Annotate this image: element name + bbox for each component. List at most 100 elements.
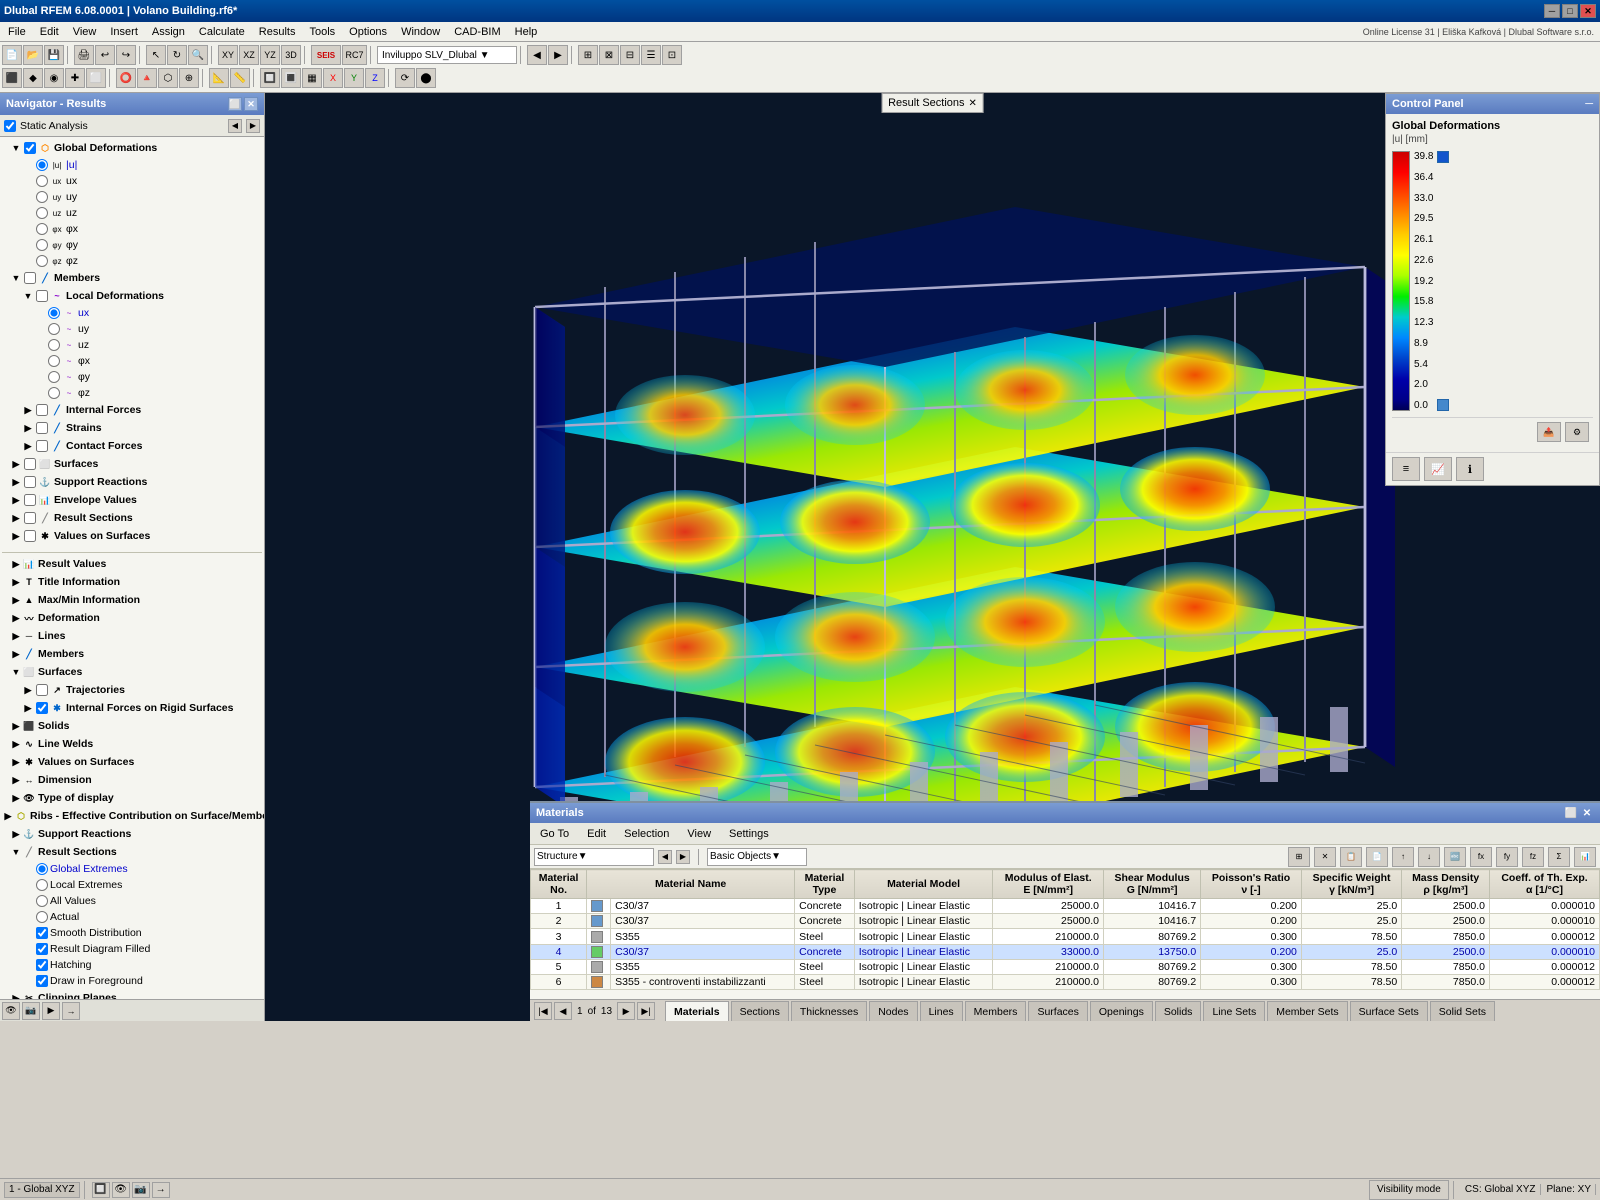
tab-members[interactable]: Members [965,1001,1027,1021]
tb-zoom[interactable]: 🔍 [188,45,208,65]
tree-title-info[interactable]: ▶ T Title Information [2,573,262,591]
tab-surfaces[interactable]: Surfaces [1028,1001,1087,1021]
page-next[interactable]: ▶ [617,1002,635,1020]
tree-loc-uy[interactable]: ~ uy [2,321,262,337]
tb-view3d[interactable]: 3D [281,45,301,65]
maximize-btn[interactable]: □ [1562,4,1578,18]
status-btn-4[interactable]: → [152,1182,170,1198]
menu-insert[interactable]: Insert [104,24,144,40]
filter-next-btn[interactable]: ▶ [676,850,690,864]
expand-support-react-2[interactable]: ▶ [10,829,22,840]
nav-btn-play[interactable]: ▶ [42,1002,60,1020]
tab-sections[interactable]: Sections [731,1001,789,1021]
expand-line-welds[interactable]: ▶ [10,739,22,750]
cb-result-sections[interactable] [24,512,36,524]
cb-int-forces[interactable] [36,404,48,416]
tree-loc-uz[interactable]: ~ uz [2,337,262,353]
cp-icon-info[interactable]: ℹ [1456,457,1484,481]
tb-save[interactable]: 💾 [44,45,64,65]
table-row[interactable]: 4 C30/37 Concrete Isotropic | Linear Ela… [531,944,1600,959]
nav-checkbox[interactable] [4,120,16,132]
tree-solids[interactable]: ▶ ⬛ Solids [2,717,262,735]
tb2-4[interactable]: ✚ [65,68,85,88]
tree-global-deformations[interactable]: ▼ ⬡ Global Deformations [2,139,262,157]
tree-contact-forces[interactable]: ▶ ╱ Contact Forces [2,437,262,455]
legend-slider-top[interactable] [1437,151,1449,163]
bp-float-btn[interactable]: ⬜ [1564,808,1578,819]
cb-strains[interactable] [36,422,48,434]
expand-maxmin[interactable]: ▶ [10,595,22,606]
cb-global-deform[interactable] [24,142,36,154]
nav-btn-camera[interactable]: 📷 [22,1002,40,1020]
mat-tb-12[interactable]: 📊 [1574,847,1596,867]
tree-envelope[interactable]: ▶ 📊 Envelope Values [2,491,262,509]
tb2-axis-y[interactable]: Y [344,68,364,88]
tb2-10[interactable]: 📐 [209,68,229,88]
menu-edit[interactable]: Edit [34,24,65,40]
expand-local-deform[interactable]: ▼ [22,291,34,301]
radio-rs-all-values[interactable] [36,895,48,907]
nav-prev-btn[interactable]: ◀ [228,119,242,133]
cp-minimize[interactable]: ─ [1585,98,1593,110]
mat-tb-7[interactable]: 🔤 [1444,847,1466,867]
expand-values-surfaces-2[interactable]: ▶ [10,757,22,768]
tree-strains[interactable]: ▶ ╱ Strains [2,419,262,437]
tree-loc-phiz[interactable]: ~ φz [2,385,262,401]
tree-line-welds[interactable]: ▶ ∿ Line Welds [2,735,262,753]
tree-surfaces-2[interactable]: ▼ ⬜ Surfaces [2,663,262,681]
mat-tb-1[interactable]: ⊞ [1288,847,1310,867]
cb-rs-smooth[interactable] [36,927,48,939]
cb-values-surfaces[interactable] [24,530,36,542]
nav-btn-arrow[interactable]: → [62,1002,80,1020]
expand-contact-forces[interactable]: ▶ [22,441,34,452]
status-dropdown[interactable]: 1 - Global XYZ [4,1182,80,1198]
tb2-15[interactable]: ⟳ [395,68,415,88]
radio-rs-actual[interactable] [36,911,48,923]
tree-loc-ux[interactable]: ~ ux [2,305,262,321]
tb2-2[interactable]: ◆ [23,68,43,88]
expand-deformation[interactable]: ▶ [10,613,22,624]
tree-clipping[interactable]: ▶ ✂ Clipping Planes [2,989,262,999]
expand-result-sections-2[interactable]: ▼ [10,847,22,857]
tree-support-react-2[interactable]: ▶ ⚓ Support Reactions [2,825,262,843]
tree-members[interactable]: ▼ ╱ Members [2,269,262,287]
menu-results[interactable]: Results [253,24,302,40]
expand-members[interactable]: ▼ [10,273,22,283]
cb-contact-forces[interactable] [36,440,48,452]
expand-lines[interactable]: ▶ [10,631,22,642]
tb2-14[interactable]: ▦ [302,68,322,88]
tb2-5[interactable]: ⬜ [86,68,106,88]
radio-phiy[interactable] [36,239,48,251]
tb2-1[interactable]: ⬛ [2,68,22,88]
table-row[interactable]: 6 S355 - controventi instabilizzanti Ste… [531,975,1600,990]
expand-solids[interactable]: ▶ [10,721,22,732]
expand-title-info[interactable]: ▶ [10,577,22,588]
tb-view3[interactable]: YZ [260,45,280,65]
tb2-11[interactable]: 📏 [230,68,250,88]
status-btn-1[interactable]: 🔲 [92,1182,110,1198]
tree-rs-actual[interactable]: Actual [2,909,262,925]
tab-solid-sets[interactable]: Solid Sets [1430,1001,1495,1021]
tree-values-surfaces-2[interactable]: ▶ ✱ Values on Surfaces [2,753,262,771]
tb-print[interactable]: 🖨 [74,45,94,65]
tree-local-deform[interactable]: ▼ ~ Local Deformations [2,287,262,305]
tree-uy[interactable]: uy uy [2,189,262,205]
mat-tb-4[interactable]: 📄 [1366,847,1388,867]
tb2-8[interactable]: ⬡ [158,68,178,88]
menu-assign[interactable]: Assign [146,24,191,40]
tb2-16[interactable]: ⬤ [416,68,436,88]
tree-rs-local-extremes[interactable]: Local Extremes [2,877,262,893]
mat-menu-settings[interactable]: Settings [723,826,775,842]
tree-phiz[interactable]: φz φz [2,253,262,269]
tb2-13[interactable]: 🔳 [281,68,301,88]
expand-int-forces[interactable]: ▶ [22,405,34,416]
mat-tb-3[interactable]: 📋 [1340,847,1362,867]
tree-surfaces-top[interactable]: ▶ ⬜ Surfaces [2,455,262,473]
tree-result-sections-2[interactable]: ▼ ╱ Result Sections [2,843,262,861]
cb-rs-foreground[interactable] [36,975,48,987]
cp-export-btn[interactable]: 📤 [1537,422,1561,442]
mat-menu-selection[interactable]: Selection [618,826,675,842]
radio-ux[interactable] [36,175,48,187]
tab-member-sets[interactable]: Member Sets [1267,1001,1347,1021]
table-row[interactable]: 1 C30/37 Concrete Isotropic | Linear Ela… [531,899,1600,914]
